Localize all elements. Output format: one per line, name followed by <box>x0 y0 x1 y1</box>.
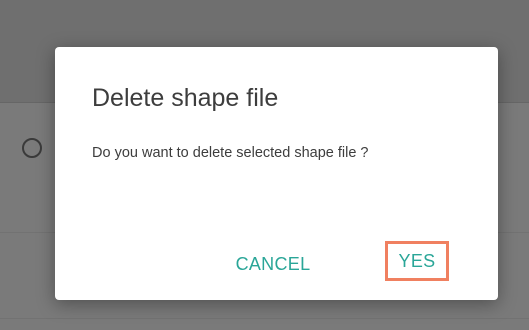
radio-unchecked-icon <box>22 138 42 158</box>
row-divider-bottom <box>0 318 529 319</box>
yes-button[interactable]: YES <box>385 241 449 281</box>
dialog-message: Do you want to delete selected shape fil… <box>92 145 369 161</box>
app-background: Delete shape file Do you want to delete … <box>0 0 529 330</box>
dialog-title: Delete shape file <box>92 84 279 112</box>
delete-confirm-dialog: Delete shape file Do you want to delete … <box>55 47 498 300</box>
cancel-button[interactable]: CANCEL <box>228 251 318 277</box>
